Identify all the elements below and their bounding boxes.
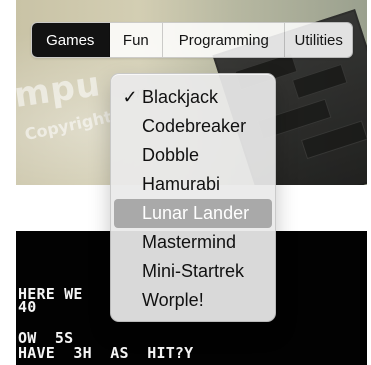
background-text-big: mpu	[16, 64, 104, 116]
menu-item-label: Mastermind	[142, 232, 237, 252]
menu-item-label: Hamurabi	[142, 174, 221, 194]
menu-item-dobble[interactable]: Dobble	[114, 141, 272, 170]
menu-item-codebreaker[interactable]: Codebreaker	[114, 112, 272, 141]
chip-graphic	[300, 120, 367, 160]
background-text-copyright: Copyright	[22, 107, 114, 144]
menu-item-blackjack[interactable]: ✓ Blackjack	[114, 83, 272, 112]
menu-item-mastermind[interactable]: Mastermind	[114, 228, 272, 257]
menu-item-lunar-lander[interactable]: Lunar Lander	[114, 199, 272, 228]
category-tabs: Games Fun Programming Utilities	[31, 22, 353, 58]
menu-item-worple[interactable]: Worple!	[114, 286, 272, 315]
app-window: mpu Copyright 1976 HERE WE 40 OW 5S HAVE…	[0, 0, 371, 365]
tab-programming[interactable]: Programming	[163, 23, 286, 57]
menu-item-label: Worple!	[142, 290, 204, 310]
chip-graphic	[291, 63, 348, 99]
tab-games[interactable]: Games	[32, 23, 110, 57]
menu-item-mini-startrek[interactable]: Mini-Startrek	[114, 257, 272, 286]
menu-item-label: Dobble	[142, 145, 200, 165]
checkmark-icon: ✓	[122, 87, 138, 107]
menu-item-label: Blackjack	[142, 87, 219, 107]
games-dropdown-menu: ✓ Blackjack Codebreaker Dobble Hamurabi …	[110, 73, 276, 322]
tab-utilities[interactable]: Utilities	[285, 23, 352, 57]
terminal-line: HAVE 3H AS HIT?Y	[18, 344, 194, 362]
menu-item-hamurabi[interactable]: Hamurabi	[114, 170, 272, 199]
tab-fun[interactable]: Fun	[110, 23, 164, 57]
menu-item-label: Lunar Lander	[142, 203, 250, 223]
menu-item-label: Codebreaker	[142, 116, 247, 136]
menu-item-label: Mini-Startrek	[142, 261, 245, 281]
terminal-line: 40	[18, 298, 37, 316]
